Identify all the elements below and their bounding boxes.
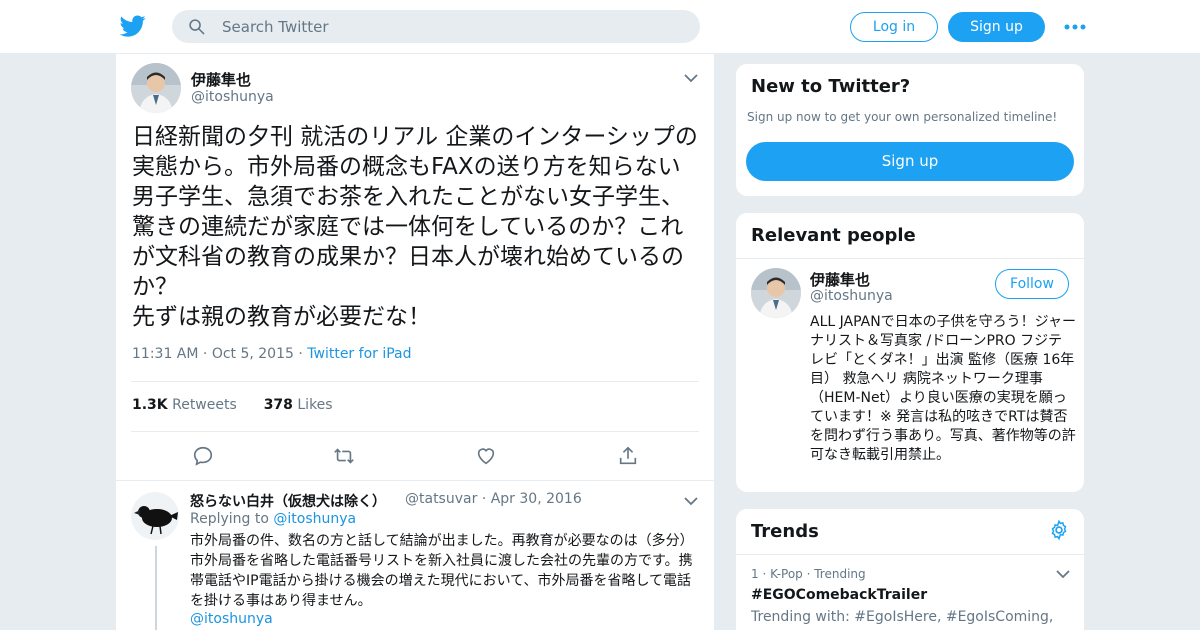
card-subtitle: Sign up now to get your own personalized…	[747, 110, 1058, 124]
crow-photo-icon	[131, 492, 179, 540]
card-title: Trends	[751, 521, 819, 542]
divider	[131, 381, 699, 382]
top-bar: Search Twitter Log in Sign up	[0, 0, 1200, 54]
person-bio: ALL JAPANで日本の子供を守ろう！ジャーナリスト＆写真家 /ドローンPRO…	[810, 314, 1076, 463]
retweets-label: Retweets	[172, 397, 237, 413]
reply-text: 市外局番の件、数名の方と話して結論が出ました。再教育が必要なのは（多分）市外局番…	[190, 533, 694, 609]
trend-related: Trending with: #EgoIsHere, #EgoIsComing,	[751, 609, 1054, 625]
signup-button[interactable]: Sign up	[948, 12, 1045, 42]
more-options-icon[interactable]	[1062, 18, 1088, 36]
tweet-time[interactable]: 11:31 AM	[132, 346, 198, 362]
tweet-source[interactable]: Twitter for iPad	[307, 346, 411, 362]
card-title: New to Twitter?	[751, 76, 911, 97]
tweet-date[interactable]: Oct 5, 2015	[212, 346, 294, 362]
tweet-column: 伊藤隼也 @itoshunya 日経新聞の夕刊 就活のリアル 企業のインターシッ…	[115, 54, 715, 630]
reply-author-name[interactable]: 怒らない白井（仮想犬は除く）	[190, 491, 386, 511]
chevron-down-icon[interactable]	[684, 73, 698, 83]
reply-mention[interactable]: @itoshunya	[190, 611, 273, 627]
sidebar-signup-button[interactable]: Sign up	[746, 142, 1074, 181]
trend-hashtag[interactable]: #EGOComebackTrailer	[751, 587, 927, 603]
likes-stat[interactable]: 378 Likes	[264, 397, 333, 413]
follow-button[interactable]: Follow	[995, 269, 1069, 299]
reply-author-avatar[interactable]	[131, 492, 179, 540]
relevant-people-card: Relevant people 伊藤隼也 @itoshunya Follow A…	[735, 212, 1085, 493]
retweets-stat[interactable]: 1.3K Retweets	[132, 397, 237, 413]
person-photo-icon	[131, 63, 181, 113]
login-button[interactable]: Log in	[850, 12, 938, 42]
new-to-twitter-card: New to Twitter? Sign up now to get your …	[735, 63, 1085, 197]
tweet-text: 日経新聞の夕刊 就活のリアル 企業のインターシップの実態から。市外局番の概念もF…	[132, 124, 698, 330]
reply-date[interactable]: Apr 30, 2016	[491, 491, 582, 507]
trend-meta: 1 · K-Pop · Trending	[751, 567, 866, 581]
author-name[interactable]: 伊藤隼也	[191, 69, 251, 90]
retweet-icon[interactable]	[333, 445, 355, 467]
twitter-bird-icon[interactable]	[120, 13, 146, 39]
replying-to-label: Replying to	[190, 511, 269, 527]
retweets-count: 1.3K	[132, 397, 168, 413]
meta-dot: ·	[298, 346, 308, 362]
card-title: Relevant people	[751, 225, 916, 246]
person-name[interactable]: 伊藤隼也	[810, 269, 870, 290]
author-handle[interactable]: @itoshunya	[191, 89, 274, 105]
tweet-stats: 1.3K Retweets 378 Likes	[132, 397, 333, 413]
tweet-meta: 11:31 AM · Oct 5, 2015 · Twitter for iPa…	[132, 346, 412, 362]
person-handle[interactable]: @itoshunya	[810, 288, 893, 304]
search-input[interactable]: Search Twitter	[222, 18, 329, 36]
divider	[131, 431, 699, 432]
trends-card: Trends 1 · K-Pop · Trending #EGOComeback…	[735, 508, 1085, 630]
gear-icon[interactable]	[1048, 519, 1070, 541]
chevron-down-icon[interactable]	[1056, 569, 1070, 579]
thread-line	[155, 546, 157, 630]
meta-dot: ·	[202, 346, 212, 362]
divider	[736, 258, 1084, 259]
share-icon[interactable]	[617, 445, 639, 467]
author-avatar[interactable]	[131, 63, 181, 113]
person-photo-icon	[751, 268, 801, 318]
chevron-down-icon[interactable]	[684, 496, 698, 506]
likes-label: Likes	[297, 397, 333, 413]
reply-icon[interactable]	[192, 445, 214, 467]
reply-meta: @tatsuvar · Apr 30, 2016	[405, 491, 582, 507]
meta-dot: ·	[481, 491, 491, 507]
like-heart-icon[interactable]	[475, 445, 497, 467]
search-box[interactable]: Search Twitter	[172, 10, 700, 43]
divider	[736, 554, 1084, 555]
replying-to: Replying to @itoshunya	[190, 511, 356, 527]
person-avatar[interactable]	[751, 268, 801, 318]
divider	[116, 480, 714, 481]
replying-to-handle[interactable]: @itoshunya	[273, 511, 356, 527]
likes-count: 378	[263, 397, 293, 413]
reply-author-handle[interactable]: @tatsuvar	[405, 491, 477, 507]
search-icon	[189, 19, 205, 35]
